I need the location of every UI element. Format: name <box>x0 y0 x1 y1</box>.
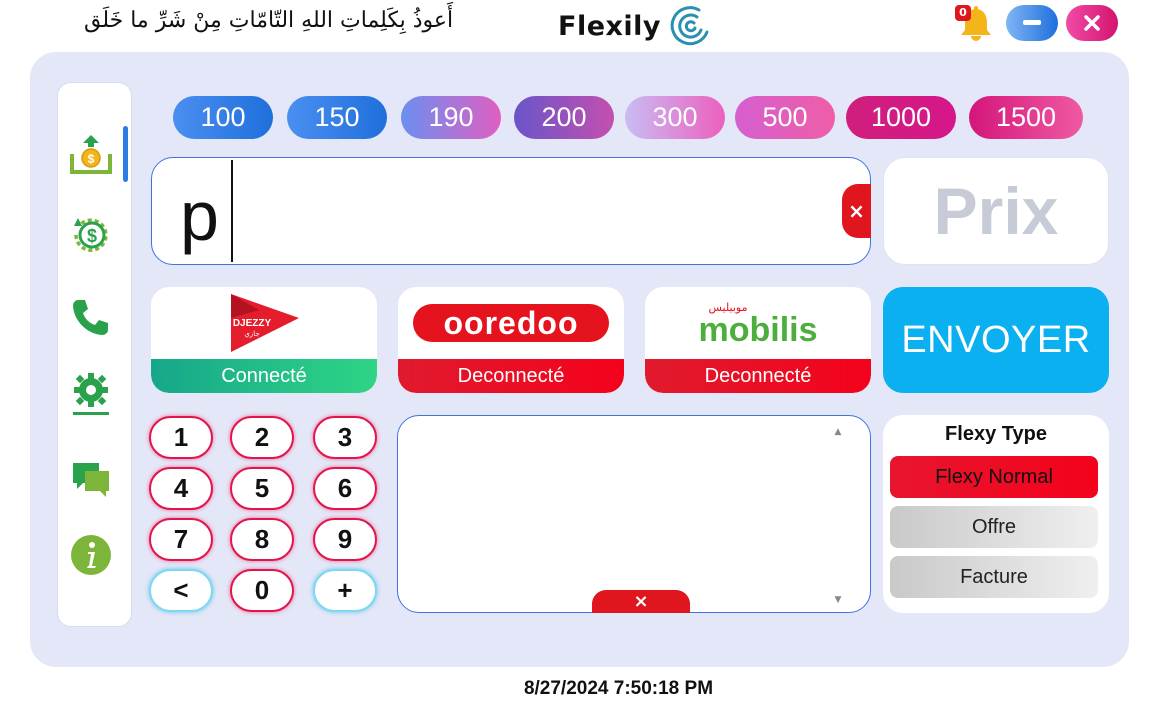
operator-card-ooredoo[interactable]: ooredoo Deconnecté <box>398 287 624 393</box>
amount-button-1000[interactable]: 1000 <box>846 96 956 139</box>
app-name: Flexily <box>558 10 662 42</box>
minimize-button[interactable] <box>1006 5 1058 41</box>
keypad-key-3[interactable]: 3 <box>313 416 377 459</box>
flexy-type-facture-option[interactable]: Facture <box>890 556 1098 598</box>
amount-button-1500[interactable]: 1500 <box>969 96 1083 139</box>
operator-card-djezzy[interactable]: DJEZZY جازي Connecté <box>151 287 377 393</box>
amount-button-190[interactable]: 190 <box>401 96 501 139</box>
transaction-log[interactable]: ▲ ▼ <box>397 415 871 613</box>
notification-count-badge: 0 <box>955 5 971 21</box>
keypad-key-9[interactable]: 9 <box>313 518 377 561</box>
djezzy-logo: DJEZZY جازي <box>151 287 377 359</box>
current-datetime: 8/27/2024 7:50:18 PM <box>523 678 714 699</box>
djezzy-status: Connecté <box>151 359 377 393</box>
scroll-up-arrow-icon[interactable]: ▲ <box>830 426 846 438</box>
phone-icon[interactable] <box>68 294 114 340</box>
keypad-backspace-key[interactable]: < <box>149 569 213 612</box>
flexy-type-normal-option[interactable]: Flexy Normal <box>890 456 1098 498</box>
ooredoo-logo: ooredoo <box>398 287 624 359</box>
text-caret <box>231 160 233 262</box>
amount-button-150[interactable]: 150 <box>287 96 387 139</box>
flexily-logo-icon <box>670 6 709 46</box>
flexy-type-offre-option[interactable]: Offre <box>890 506 1098 548</box>
clear-phone-button[interactable]: × <box>842 184 871 238</box>
mobilis-status: Deconnecté <box>645 359 871 393</box>
phone-number-value: p <box>180 177 219 255</box>
sidebar-scroll-indicator[interactable] <box>123 126 128 182</box>
amount-button-300[interactable]: 300 <box>625 96 725 139</box>
svg-text:mobilis: mobilis <box>698 311 817 349</box>
amount-button-100[interactable]: 100 <box>173 96 273 139</box>
keypad-key-1[interactable]: 1 <box>149 416 213 459</box>
close-window-button[interactable] <box>1066 5 1118 41</box>
chat-icon[interactable] <box>68 456 114 502</box>
clear-log-button[interactable]: × <box>592 590 690 613</box>
brand: Flexily <box>558 4 713 48</box>
amount-button-200[interactable]: 200 <box>514 96 614 139</box>
close-icon <box>1084 15 1100 31</box>
ooredoo-status: Deconnecté <box>398 359 624 393</box>
app-window: أَعوذُ بِكَلِماتِ اللهِ التّامّاتِ مِنْ … <box>0 0 1161 716</box>
log-scrollbar[interactable]: ▲ ▼ <box>830 424 846 606</box>
price-field[interactable]: Prix <box>883 157 1109 265</box>
info-icon[interactable] <box>68 532 114 578</box>
keypad-key-2[interactable]: 2 <box>230 416 294 459</box>
mobilis-logo: موبيليس mobilis <box>645 287 871 359</box>
settings-icon[interactable] <box>68 370 114 416</box>
keypad-key-7[interactable]: 7 <box>149 518 213 561</box>
keypad-key-6[interactable]: 6 <box>313 467 377 510</box>
svg-text:ooredoo: ooredoo <box>444 305 579 341</box>
keypad-key-5[interactable]: 5 <box>230 467 294 510</box>
phone-number-input[interactable] <box>151 157 871 265</box>
protection-supplication: أَعوذُ بِكَلِماتِ اللهِ التّامّاتِ مِنْ … <box>84 8 454 33</box>
svg-text:$: $ <box>87 226 97 246</box>
keypad-key-4[interactable]: 4 <box>149 467 213 510</box>
keypad-key-8[interactable]: 8 <box>230 518 294 561</box>
flexy-type-title: Flexy Type <box>945 423 1047 445</box>
refund-cycle-icon[interactable]: $ <box>68 212 114 258</box>
amount-button-500[interactable]: 500 <box>735 96 835 139</box>
scroll-down-arrow-icon[interactable]: ▼ <box>830 594 846 606</box>
money-upload-icon[interactable]: $ <box>68 132 114 178</box>
svg-text:جازي: جازي <box>244 330 259 338</box>
send-button[interactable]: ENVOYER <box>883 287 1109 393</box>
svg-text:$: $ <box>88 152 95 166</box>
price-placeholder: Prix <box>933 174 1059 248</box>
minus-icon <box>1023 20 1041 25</box>
operator-card-mobilis[interactable]: موبيليس mobilis Deconnecté <box>645 287 871 393</box>
svg-text:DJEZZY: DJEZZY <box>233 318 272 329</box>
keypad-key-0[interactable]: 0 <box>230 569 294 612</box>
keypad-plus-key[interactable]: + <box>313 569 377 612</box>
